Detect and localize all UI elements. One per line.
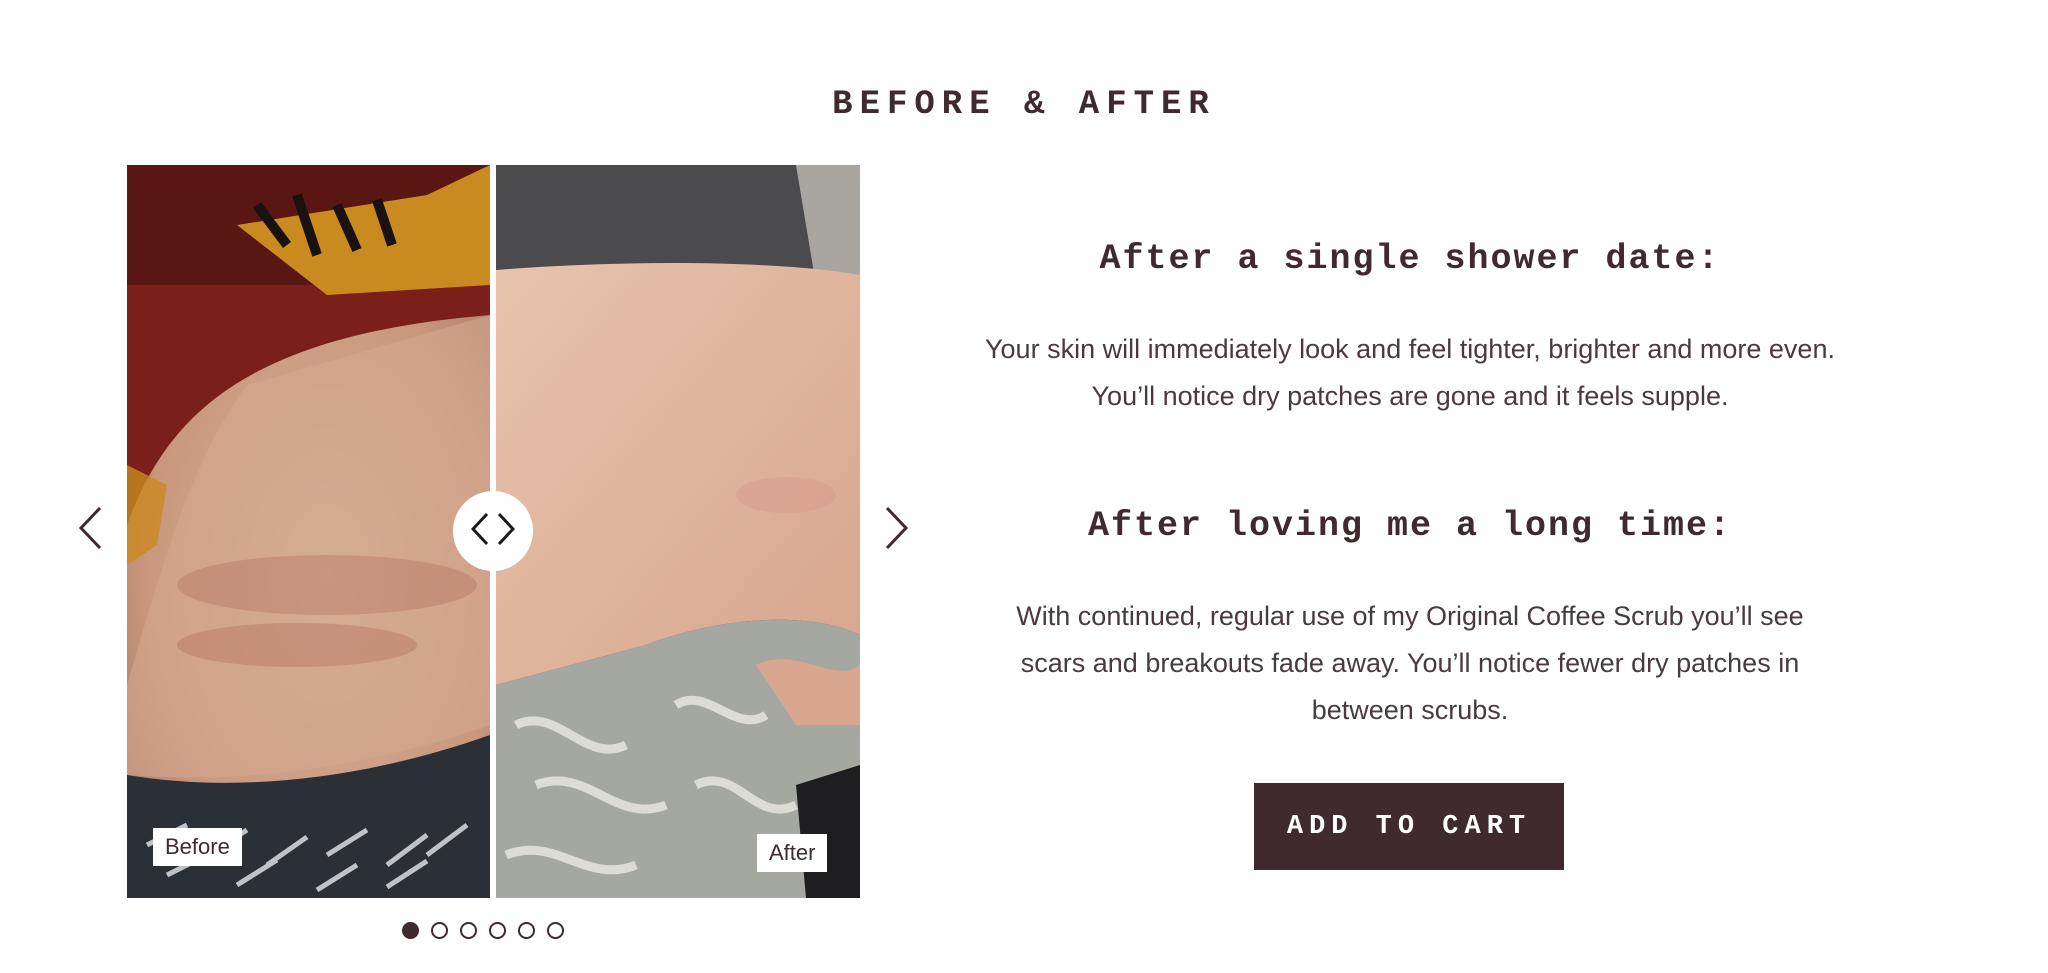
add-to-cart-button[interactable]: ADD TO CART: [1254, 783, 1564, 870]
paragraph-single-shower: Your skin will immediately look and feel…: [985, 334, 1835, 411]
after-label: After: [757, 834, 828, 872]
heading-single-shower: After a single shower date:: [1099, 239, 1721, 279]
pagination-dot[interactable]: [402, 922, 419, 939]
before-image: [127, 165, 490, 898]
slider-handle[interactable]: [453, 491, 533, 571]
pagination-dot[interactable]: [547, 922, 564, 939]
pagination-dot[interactable]: [518, 922, 535, 939]
paragraph-long-time: With continued, regular use of my Origin…: [1016, 601, 1804, 725]
pagination-dot[interactable]: [460, 922, 477, 939]
after-image: [496, 165, 860, 898]
pagination-dot[interactable]: [431, 922, 448, 939]
chevron-left-icon: [470, 512, 489, 551]
slider-pagination: [402, 922, 564, 939]
heading-long-time: After loving me a long time:: [1087, 506, 1733, 546]
before-label: Before: [153, 828, 242, 866]
chevron-left-icon: [78, 506, 102, 555]
slider-prev-button[interactable]: [70, 500, 110, 560]
chevron-right-icon: [885, 506, 909, 555]
slider-next-button[interactable]: [877, 500, 917, 560]
pagination-dot[interactable]: [489, 922, 506, 939]
section-title: BEFORE & AFTER: [832, 86, 1216, 124]
chevron-right-icon: [497, 512, 516, 551]
before-after-slider[interactable]: [127, 165, 860, 898]
